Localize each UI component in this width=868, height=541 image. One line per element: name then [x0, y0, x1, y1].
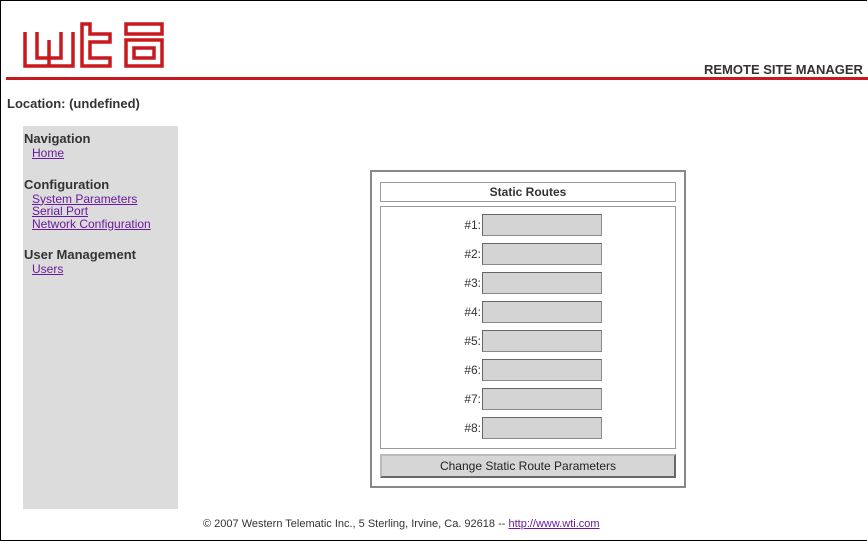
route-row-2: #2: [381, 243, 675, 265]
route-row-5: #5: [381, 330, 675, 352]
change-static-routes-button[interactable]: Change Static Route Parameters [380, 454, 676, 478]
panel-title: Static Routes [380, 182, 676, 202]
footer-copyright: © 2007 Western Telematic Inc., 5 Sterlin… [203, 518, 509, 530]
route-input-4[interactable] [482, 301, 602, 323]
route-input-2[interactable] [482, 243, 602, 265]
route-row-7: #7: [381, 388, 675, 410]
route-label-6: #6: [464, 363, 481, 377]
route-input-1[interactable] [482, 214, 602, 236]
location-label: Location: (undefined) [7, 96, 140, 111]
wti-logo [23, 22, 164, 68]
route-label-3: #3: [464, 276, 481, 290]
product-name: REMOTE SITE MANAGER [704, 62, 863, 77]
route-row-4: #4: [381, 301, 675, 323]
route-input-6[interactable] [482, 359, 602, 381]
route-row-6: #6: [381, 359, 675, 381]
route-row-3: #3: [381, 272, 675, 294]
route-label-5: #5: [464, 334, 481, 348]
route-input-7[interactable] [482, 388, 602, 410]
route-label-8: #8: [464, 421, 481, 435]
routes-table: #1: #2: #3: #4: #5: #6: #7: #8: [380, 206, 676, 449]
sidebar-link-home[interactable]: Home [32, 147, 178, 160]
sidebar-link-serial-port[interactable]: Serial Port [32, 205, 178, 218]
sidebar-section-user-management: User Management [24, 247, 136, 262]
footer: © 2007 Western Telematic Inc., 5 Sterlin… [203, 518, 600, 530]
sidebar: Navigation Home Configuration System Par… [23, 126, 178, 509]
route-input-8[interactable] [482, 417, 602, 439]
route-label-2: #2: [464, 247, 481, 261]
header-rule [6, 77, 868, 80]
route-label-7: #7: [464, 392, 481, 406]
sidebar-link-network-configuration[interactable]: Network Configuration [32, 217, 178, 231]
sidebar-section-navigation: Navigation [24, 131, 91, 146]
route-label-4: #4: [464, 305, 481, 319]
sidebar-section-configuration: Configuration [24, 176, 110, 192]
route-row-1: #1: [381, 214, 675, 236]
footer-link[interactable]: http://www.wti.com [508, 518, 599, 530]
route-input-5[interactable] [482, 330, 602, 352]
route-label-1: #1: [464, 218, 481, 232]
route-input-3[interactable] [482, 272, 602, 294]
static-routes-panel: Static Routes #1: #2: #3: #4: #5: #6: #7… [370, 170, 686, 488]
route-row-8: #8: [381, 417, 675, 439]
sidebar-link-users[interactable]: Users [32, 263, 178, 276]
